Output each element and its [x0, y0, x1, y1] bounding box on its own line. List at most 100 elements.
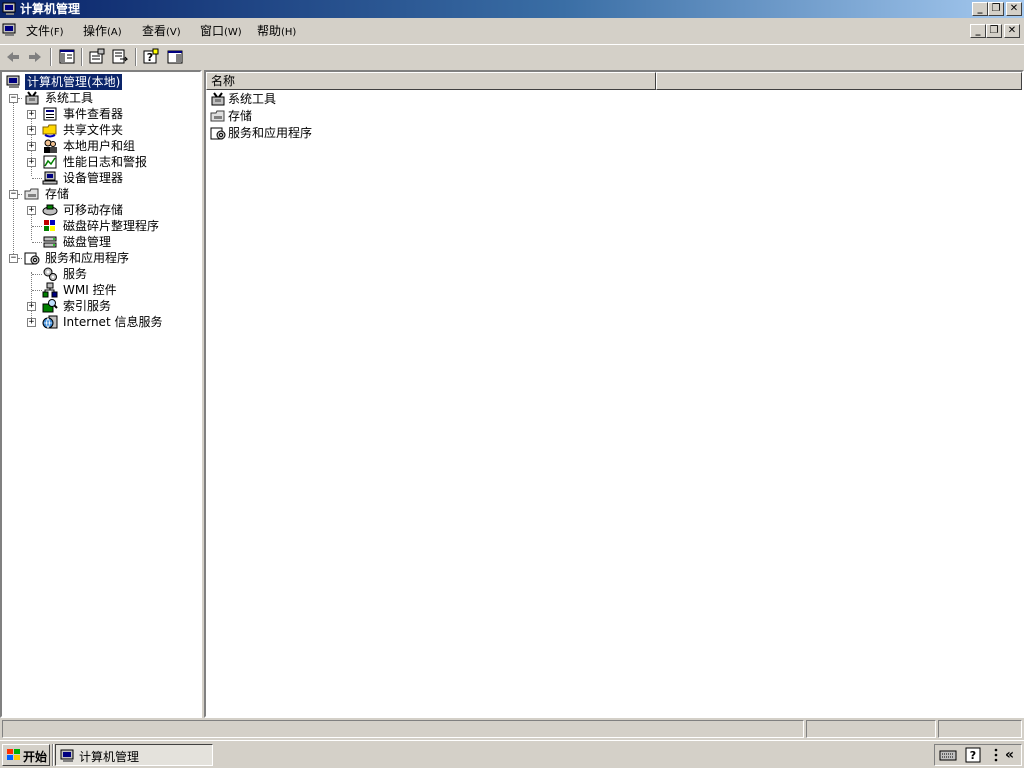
child-close-button[interactable]: ✕ — [1004, 24, 1020, 38]
system-tray: ? « — [934, 744, 1022, 766]
list-item[interactable]: 服务和应用程序 — [210, 125, 410, 141]
tree-item-label: WMI 控件 — [63, 283, 117, 297]
list-item[interactable]: 系统工具 — [210, 91, 410, 107]
tree-item-shared-folders[interactable]: 共享文件夹 — [42, 122, 192, 138]
tree-item-label: 计算机管理(本地) — [23, 73, 124, 91]
show-hide-action-pane-icon[interactable] — [165, 48, 185, 66]
menu-window-label: 窗口 — [200, 24, 225, 38]
services-applications-icon — [24, 250, 40, 266]
start-button-label: 开始 — [23, 750, 48, 764]
status-cell — [938, 720, 1022, 738]
disk-management-icon — [42, 234, 58, 250]
tree-connector — [32, 178, 42, 179]
tree-connector — [32, 274, 42, 275]
export-list-icon[interactable] — [110, 48, 130, 66]
document-system-menu-icon[interactable] — [2, 23, 18, 42]
tree-item-disk-defragmenter[interactable]: 磁盘碎片整理程序 — [42, 218, 202, 234]
expand-toggle[interactable]: + — [27, 110, 36, 119]
properties-icon[interactable] — [87, 48, 107, 66]
column-header-name[interactable]: 名称 — [206, 72, 656, 90]
storage-icon — [210, 108, 226, 124]
menu-action[interactable]: 操作(A) — [83, 24, 122, 40]
tree-item-label: 系统工具 — [45, 91, 94, 105]
title-bar[interactable]: 计算机管理 _ ❐ ✕ — [0, 0, 1024, 18]
volume-icon[interactable] — [991, 747, 1001, 766]
expand-toggle[interactable]: + — [27, 206, 36, 215]
keyboard-icon[interactable] — [939, 748, 957, 765]
svg-text:?: ? — [147, 51, 153, 64]
help-icon[interactable]: ? — [965, 747, 981, 766]
menu-view-label: 查看 — [142, 24, 167, 38]
device-manager-icon — [42, 170, 58, 186]
tree-item-indexing-service[interactable]: 索引服务 — [42, 298, 192, 314]
services-gear-icon — [42, 266, 58, 282]
expand-toggle[interactable]: + — [27, 158, 36, 167]
tree-connector — [18, 194, 22, 195]
tray-expand-chevron-icon[interactable]: « — [1005, 747, 1014, 763]
list-item-label: 服务和应用程序 — [228, 126, 313, 140]
child-restore-button[interactable]: ❐ — [986, 24, 1002, 38]
performance-logs-icon — [42, 154, 58, 170]
tree-item-label: 共享文件夹 — [63, 123, 124, 137]
menu-window-key: (W) — [224, 27, 242, 38]
expand-toggle[interactable]: + — [27, 142, 36, 151]
tree-item-services[interactable]: 服务 — [42, 266, 192, 282]
tree-connector — [18, 98, 22, 99]
menu-view[interactable]: 查看(V) — [142, 24, 181, 40]
list-item[interactable]: 存储 — [210, 108, 410, 124]
menu-bar: 文件(F) 操作(A) 查看(V) 窗口(W) 帮助(H) _ ❐ ✕ — [0, 19, 1024, 43]
tree-item-label: 服务 — [63, 267, 88, 281]
tree-item-root[interactable]: 计算机管理(本地) — [6, 73, 196, 91]
expand-toggle[interactable]: + — [27, 318, 36, 327]
collapse-toggle[interactable]: − — [9, 190, 18, 199]
tree-item-system-tools[interactable]: 系统工具 — [24, 90, 194, 106]
list-item-label: 存储 — [228, 109, 253, 123]
column-header-blank[interactable] — [656, 72, 1022, 90]
tree-item-perf-logs[interactable]: 性能日志和警报 — [42, 154, 192, 170]
tree-item-iis[interactable]: Internet 信息服务 — [42, 314, 202, 330]
close-button[interactable]: ✕ — [1006, 2, 1022, 16]
disk-defragmenter-icon — [42, 218, 58, 234]
details-list-pane[interactable]: 名称 系统工具 存储 服务和应用程序 — [204, 70, 1024, 718]
tree-connector — [31, 272, 32, 320]
collapse-toggle[interactable]: − — [9, 254, 18, 263]
minimize-button[interactable]: _ — [972, 2, 988, 16]
taskbar-button-computer-management[interactable]: 计算机管理 — [55, 744, 213, 766]
menu-action-key: (A) — [107, 27, 122, 38]
menu-help[interactable]: 帮助(H) — [257, 24, 296, 40]
status-cell-main — [2, 720, 804, 738]
tree-item-removable-storage[interactable]: 可移动存储 — [42, 202, 192, 218]
tree-connector — [13, 96, 14, 260]
menu-window[interactable]: 窗口(W) — [200, 24, 242, 40]
tree-connector — [32, 242, 42, 243]
taskbar: 开始 计算机管理 ? « — [0, 740, 1024, 768]
tree-item-label: 磁盘碎片整理程序 — [63, 219, 160, 233]
tree-item-wmi-control[interactable]: WMI 控件 — [42, 282, 192, 298]
expand-toggle[interactable]: + — [27, 126, 36, 135]
show-hide-tree-icon[interactable] — [57, 48, 77, 66]
tree-connector — [32, 290, 42, 291]
tree-item-disk-management[interactable]: 磁盘管理 — [42, 234, 192, 250]
forward-icon[interactable] — [25, 48, 45, 66]
tree-item-local-users[interactable]: 本地用户和组 — [42, 138, 192, 154]
restore-button[interactable]: ❐ — [988, 2, 1004, 16]
collapse-toggle[interactable]: − — [9, 94, 18, 103]
menu-action-label: 操作 — [83, 24, 108, 38]
toolbar-separator — [81, 48, 83, 66]
tree-item-storage[interactable]: 存储 — [24, 186, 194, 202]
services-applications-icon — [210, 125, 226, 141]
tree-item-device-manager[interactable]: 设备管理器 — [42, 170, 192, 186]
taskbar-button-label: 计算机管理 — [79, 750, 140, 764]
menu-file-label: 文件 — [26, 24, 51, 38]
tree-item-label: 性能日志和警报 — [63, 155, 148, 169]
expand-toggle[interactable]: + — [27, 302, 36, 311]
console-tree-pane[interactable]: 计算机管理(本地) − 系统工具 + 事件查看器 + 共享文件夹 + 本地用户和… — [0, 70, 202, 718]
tree-item-event-viewer[interactable]: 事件查看器 — [42, 106, 192, 122]
start-button[interactable]: 开始 — [2, 744, 50, 766]
back-icon[interactable] — [3, 48, 23, 66]
tree-item-label: 可移动存储 — [63, 203, 124, 217]
menu-file[interactable]: 文件(F) — [26, 24, 64, 40]
child-minimize-button[interactable]: _ — [970, 24, 986, 38]
help-icon[interactable]: ? — [141, 48, 161, 66]
tree-item-services-apps[interactable]: 服务和应用程序 — [24, 250, 194, 266]
